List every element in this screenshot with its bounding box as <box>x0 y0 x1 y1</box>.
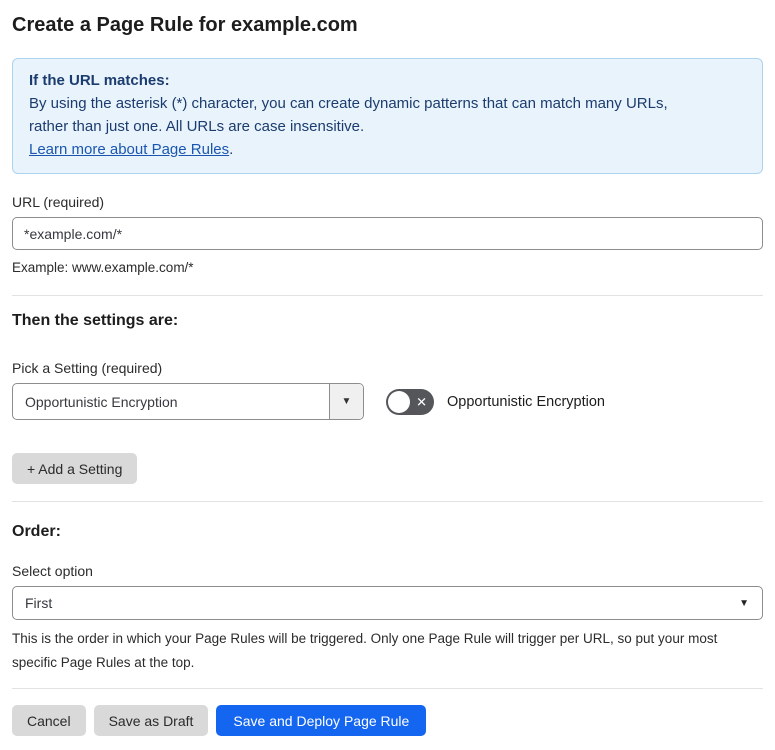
page-title: Create a Page Rule for example.com <box>12 14 358 36</box>
url-input[interactable] <box>12 217 763 250</box>
footer-actions: Cancel Save as Draft Save and Deploy Pag… <box>12 705 763 736</box>
divider <box>12 295 763 296</box>
url-field: URL (required) Example: www.example.com/… <box>12 194 763 280</box>
order-select-value: First <box>25 595 53 611</box>
toggle-knob <box>388 390 410 413</box>
x-icon: ✕ <box>416 394 427 409</box>
setting-select[interactable]: Opportunistic Encryption ▼ <box>12 383 364 420</box>
divider <box>12 501 763 502</box>
save-deploy-button[interactable]: Save and Deploy Page Rule <box>216 705 427 736</box>
info-box-heading: If the URL matches: <box>29 72 170 89</box>
caret-glyph: ▼ <box>341 396 352 407</box>
learn-more-link[interactable]: Learn more about Page Rules <box>29 141 229 158</box>
info-box-body: By using the asterisk (*) character, you… <box>29 95 668 135</box>
url-helper-text: Example: www.example.com/* <box>12 260 194 275</box>
divider <box>12 688 763 689</box>
order-select[interactable]: First ▼ <box>12 586 763 620</box>
toggle-label: Opportunistic Encryption <box>447 393 605 410</box>
setting-row: Opportunistic Encryption ▼ ✕ Opportunist… <box>12 383 763 420</box>
cancel-button[interactable]: Cancel <box>12 705 86 736</box>
url-label: URL (required) <box>12 194 105 210</box>
save-draft-button[interactable]: Save as Draft <box>93 705 209 736</box>
chevron-down-icon[interactable]: ▼ <box>329 384 363 419</box>
order-heading: Order: <box>12 523 61 540</box>
settings-heading: Then the settings are: <box>12 312 179 329</box>
add-setting-button[interactable]: + Add a Setting <box>12 453 138 484</box>
url-match-info-box: If the URL matches: By using the asteris… <box>12 58 763 174</box>
order-helper-text: This is the order in which your Page Rul… <box>12 631 718 670</box>
info-box-link-line: Learn more about Page Rules. <box>29 138 746 161</box>
link-suffix: . <box>229 141 234 158</box>
opportunistic-encryption-toggle[interactable]: ✕ <box>386 388 434 415</box>
setting-select-value: Opportunistic Encryption <box>25 393 178 410</box>
order-select-label: Select option <box>12 563 93 579</box>
pick-setting-label: Pick a Setting (required) <box>12 360 163 376</box>
caret-down-icon: ▼ <box>739 597 749 609</box>
